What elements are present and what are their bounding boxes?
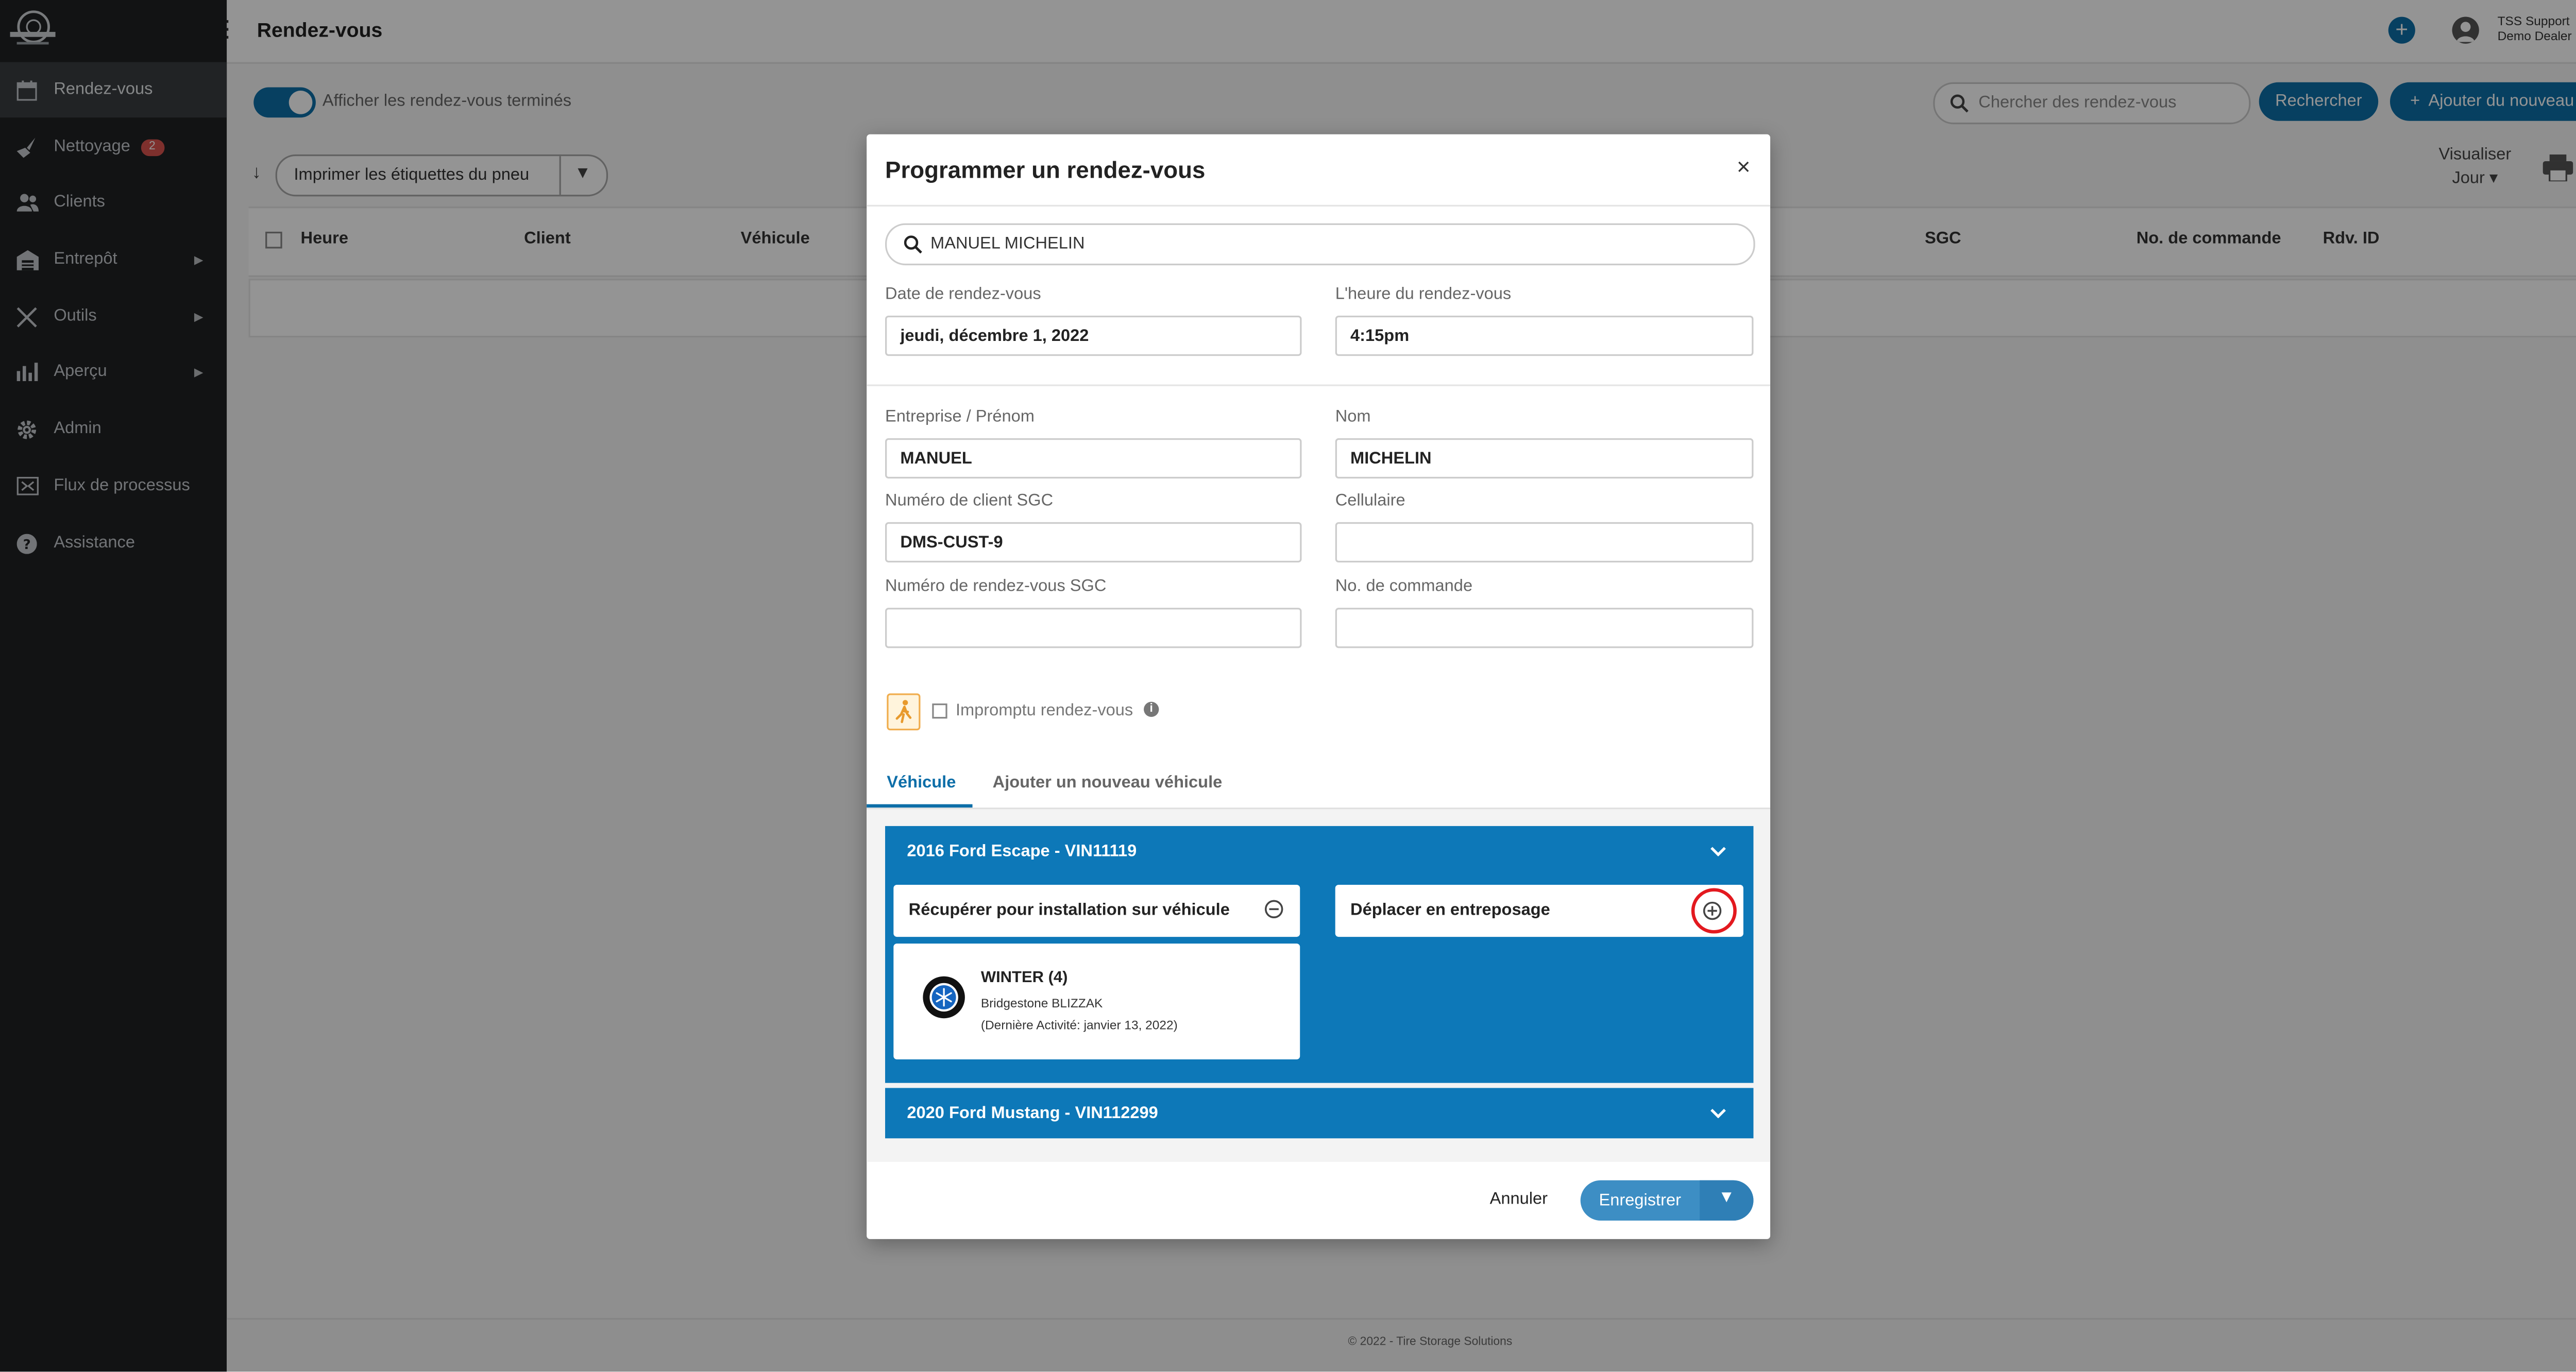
order-number-field[interactable] xyxy=(1335,608,1754,648)
tire-last-activity: (Dernière Activité: janvier 13, 2022) xyxy=(980,1017,1178,1033)
time-field[interactable]: 4:15pm xyxy=(1335,315,1754,356)
customer-search-value: MANUEL MICHELIN xyxy=(930,235,1085,254)
vehicle-title[interactable]: 2016 Ford Escape - VIN11119 xyxy=(907,843,1137,862)
save-button[interactable]: Enregistrer ▼ xyxy=(1580,1180,1754,1221)
dms-customer-label: Numéro de client SGC xyxy=(885,492,1054,511)
tab-vehicle[interactable]: Véhicule xyxy=(887,774,956,793)
vehicle-panel: 2016 Ford Escape - VIN11119 Récupérer po… xyxy=(885,826,1754,1083)
time-label: L'heure du rendez-vous xyxy=(1335,285,1512,304)
impromptu-checkbox[interactable] xyxy=(932,703,947,719)
dms-appointment-field[interactable] xyxy=(885,608,1302,648)
tire-brand: Bridgestone BLIZZAK xyxy=(980,996,1103,1011)
winter-tire-icon xyxy=(923,976,965,1019)
customer-search-input[interactable]: MANUEL MICHELIN xyxy=(885,223,1755,266)
first-name-field[interactable]: MANUEL xyxy=(885,438,1302,479)
cell-label: Cellulaire xyxy=(1335,492,1405,511)
move-to-storage-header: Déplacer en entreposage xyxy=(1335,885,1743,937)
schedule-appointment-modal: Programmer un rendez-vous × MANUEL MICHE… xyxy=(867,134,1771,1239)
walk-in-icon xyxy=(887,693,921,731)
cell-field[interactable] xyxy=(1335,522,1754,563)
first-name-label: Entreprise / Prénom xyxy=(885,408,1035,427)
info-icon[interactable]: i xyxy=(1144,701,1159,717)
close-icon[interactable]: × xyxy=(1737,153,1751,180)
tab-add-vehicle[interactable]: Ajouter un nouveau véhicule xyxy=(993,774,1223,793)
vehicle-title[interactable]: 2020 Ford Mustang - VIN112299 xyxy=(907,1105,1158,1123)
save-options-dropdown[interactable]: ▼ xyxy=(1700,1180,1754,1221)
order-number-label: No. de commande xyxy=(1335,577,1473,596)
date-label: Date de rendez-vous xyxy=(885,285,1041,304)
app-root: Rendez-vous + TSS Support Demo Dealer (1… xyxy=(0,0,2576,1372)
save-button-label: Enregistrer xyxy=(1599,1192,1681,1211)
last-name-field[interactable]: MICHELIN xyxy=(1335,438,1754,479)
divider xyxy=(867,384,1771,386)
modal-title: Programmer un rendez-vous xyxy=(885,156,1206,183)
tire-set-name: WINTER (4) xyxy=(980,969,1068,987)
remove-circle-icon[interactable] xyxy=(1264,900,1283,919)
search-icon xyxy=(904,235,922,254)
retrieve-for-install-header: Récupérer pour installation sur véhicule xyxy=(893,885,1300,937)
move-to-storage-label: Déplacer en entreposage xyxy=(1350,901,1550,920)
tire-set-card[interactable]: WINTER (4) Bridgestone BLIZZAK (Dernière… xyxy=(893,944,1300,1060)
impromptu-label: Impromptu rendez-vous xyxy=(955,701,1133,721)
dms-appointment-label: Numéro de rendez-vous SGC xyxy=(885,577,1107,596)
chevron-down-icon[interactable] xyxy=(1710,1108,1727,1119)
vehicle-panel: 2020 Ford Mustang - VIN112299 xyxy=(885,1088,1754,1139)
chevron-down-icon[interactable] xyxy=(1710,846,1727,856)
cancel-button[interactable]: Annuler xyxy=(1490,1190,1548,1209)
dms-customer-field[interactable]: DMS-CUST-9 xyxy=(885,522,1302,563)
date-field[interactable]: jeudi, décembre 1, 2022 xyxy=(885,315,1302,356)
last-name-label: Nom xyxy=(1335,408,1371,427)
divider xyxy=(867,204,1771,207)
retrieve-for-install-label: Récupérer pour installation sur véhicule xyxy=(908,901,1230,920)
caret-down-icon: ▼ xyxy=(1718,1189,1735,1207)
highlight-ring xyxy=(1691,888,1737,934)
